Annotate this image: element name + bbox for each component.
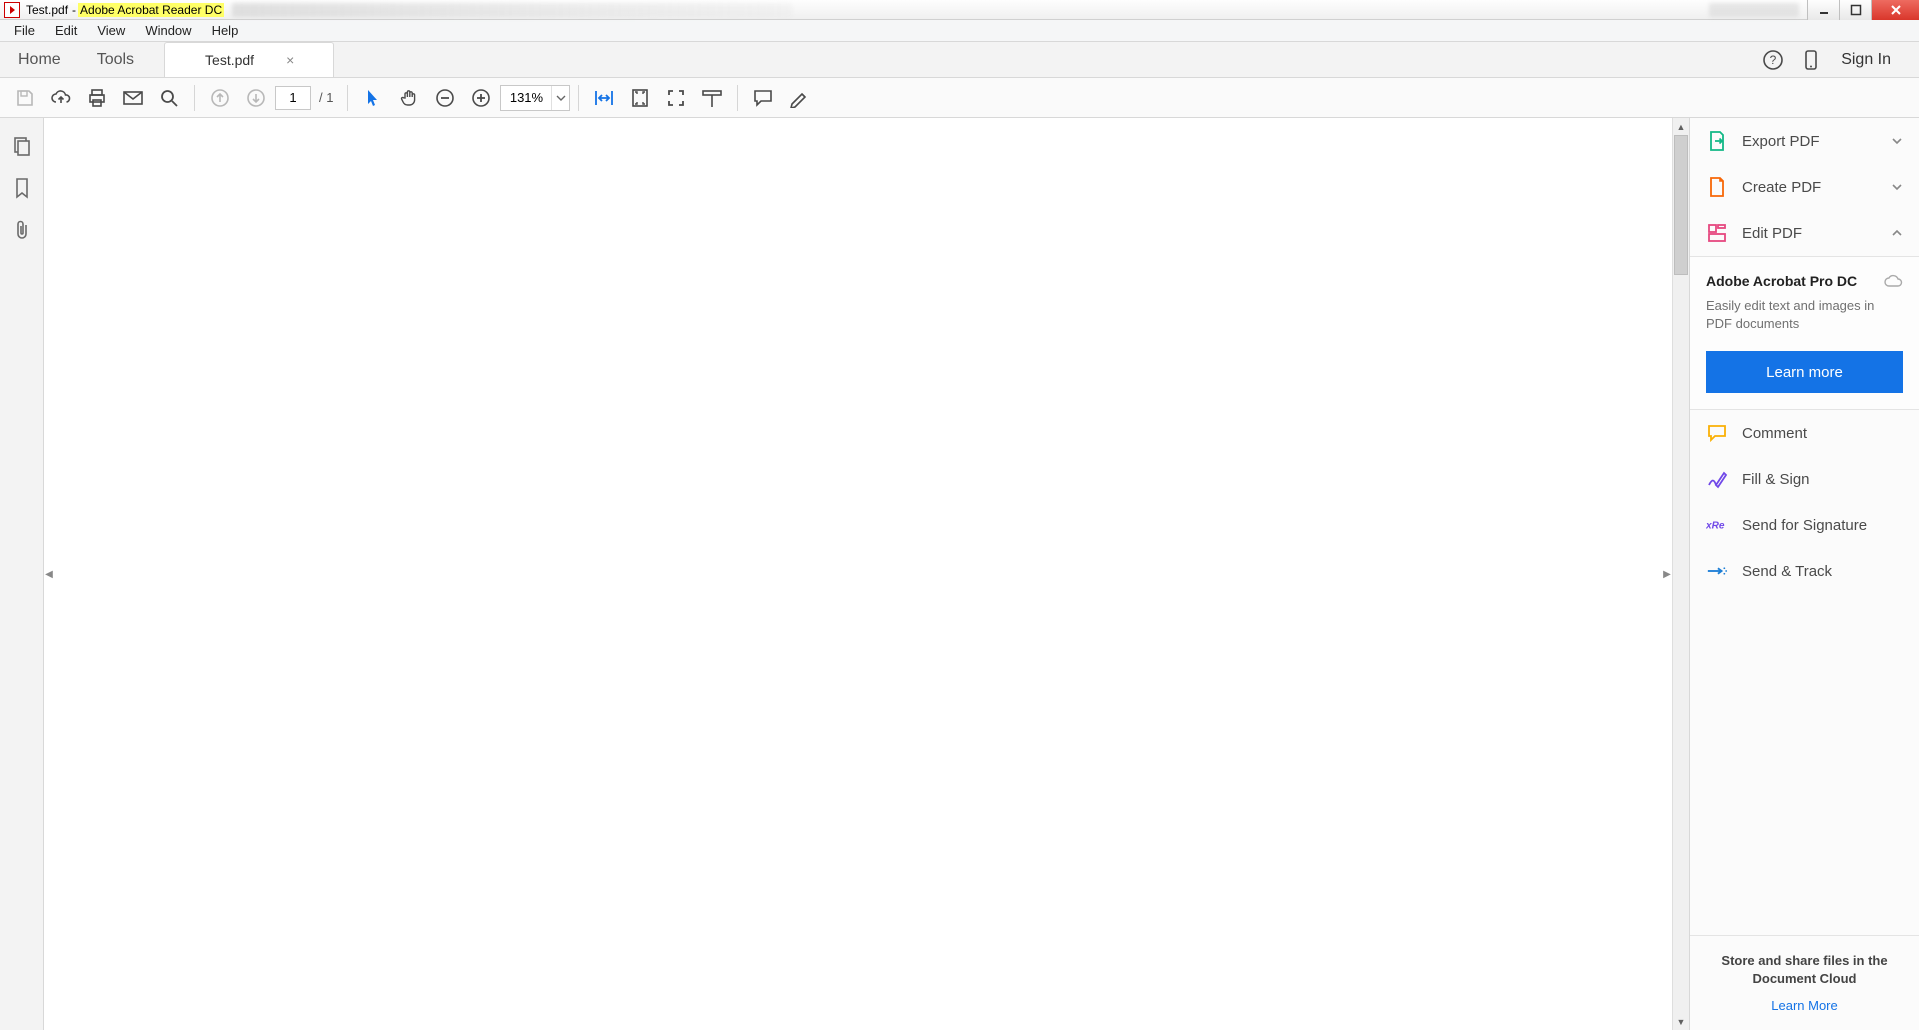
help-icon[interactable]: ? xyxy=(1759,46,1787,74)
maximize-button[interactable] xyxy=(1839,0,1871,20)
scroll-down-icon[interactable]: ▼ xyxy=(1673,1013,1689,1030)
cloud-link-icon[interactable] xyxy=(1883,273,1903,289)
search-icon[interactable] xyxy=(152,82,186,114)
promo-link[interactable]: Learn More xyxy=(1771,998,1837,1013)
send-track-icon xyxy=(1706,560,1728,582)
menu-file[interactable]: File xyxy=(4,21,45,40)
vertical-scrollbar[interactable]: ▲ ▼ xyxy=(1672,118,1689,1030)
tab-document-label: Test.pdf xyxy=(205,52,254,68)
sign-icon[interactable] xyxy=(782,82,816,114)
page-total-label: / 1 xyxy=(313,90,339,105)
save-icon[interactable] xyxy=(8,82,42,114)
tab-document[interactable]: Test.pdf × xyxy=(164,42,334,77)
edit-panel-title: Adobe Acrobat Pro DC xyxy=(1706,273,1857,289)
app-icon xyxy=(4,2,20,18)
edit-pdf-icon xyxy=(1706,222,1728,244)
minimize-button[interactable] xyxy=(1807,0,1839,20)
menu-edit[interactable]: Edit xyxy=(45,21,87,40)
promo-text: Store and share files in the Document Cl… xyxy=(1706,952,1903,988)
comment-icon[interactable] xyxy=(746,82,780,114)
svg-text:?: ? xyxy=(1770,53,1777,67)
tab-close-icon[interactable]: × xyxy=(282,50,298,70)
tabstrip: Home Tools Test.pdf × ? Sign In xyxy=(0,42,1919,78)
page-down-icon[interactable] xyxy=(239,82,273,114)
toolbar: / 1 xyxy=(0,78,1919,118)
chevron-down-icon xyxy=(1891,137,1903,145)
chevron-up-icon xyxy=(1891,229,1903,237)
tool-fillsign-label: Fill & Sign xyxy=(1742,471,1903,488)
hand-tool-icon[interactable] xyxy=(392,82,426,114)
background-blur xyxy=(1709,3,1799,17)
comment-tool-icon xyxy=(1706,422,1728,444)
tool-export-pdf[interactable]: Export PDF xyxy=(1690,118,1919,164)
tool-sendforsig-label: Send for Signature xyxy=(1742,517,1903,534)
export-pdf-icon xyxy=(1706,130,1728,152)
tool-create-label: Create PDF xyxy=(1742,179,1877,196)
menu-view[interactable]: View xyxy=(87,21,135,40)
pdf-page xyxy=(44,118,1672,1030)
scroll-thumb[interactable] xyxy=(1674,135,1688,275)
tool-edit-pdf[interactable]: Edit PDF xyxy=(1690,210,1919,256)
tool-sendtrack-label: Send & Track xyxy=(1742,563,1903,580)
right-panel: Export PDF Create PDF Edit PDF xyxy=(1689,118,1919,1030)
bookmark-icon[interactable] xyxy=(8,174,36,202)
svg-text:xRe: xRe xyxy=(1706,521,1725,532)
collapse-left-icon[interactable]: ◀ xyxy=(44,559,54,589)
close-button[interactable] xyxy=(1871,0,1919,20)
send-signature-icon: xRe xyxy=(1706,514,1728,536)
chevron-down-icon xyxy=(1891,183,1903,191)
tab-tools[interactable]: Tools xyxy=(79,42,152,77)
fullscreen-icon[interactable] xyxy=(659,82,693,114)
menu-window[interactable]: Window xyxy=(135,21,201,40)
tool-fill-sign[interactable]: Fill & Sign xyxy=(1690,456,1919,502)
zoom-select[interactable] xyxy=(500,85,570,111)
selection-tool-icon[interactable] xyxy=(356,82,390,114)
collapse-right-icon[interactable]: ▶ xyxy=(1662,559,1672,589)
sign-in-button[interactable]: Sign In xyxy=(1835,47,1897,73)
edit-pdf-panel: Adobe Acrobat Pro DC Easily edit text an… xyxy=(1690,256,1919,410)
tool-comment-label: Comment xyxy=(1742,425,1903,442)
tool-comment[interactable]: Comment xyxy=(1690,410,1919,456)
fit-page-icon[interactable] xyxy=(623,82,657,114)
page-up-icon[interactable] xyxy=(203,82,237,114)
cloud-upload-icon[interactable] xyxy=(44,82,78,114)
thumbnails-icon[interactable] xyxy=(8,132,36,160)
background-blur xyxy=(232,3,792,17)
menubar: File Edit View Window Help xyxy=(0,20,1919,42)
tool-send-track[interactable]: Send & Track xyxy=(1690,548,1919,594)
zoom-dropdown-icon[interactable] xyxy=(551,86,569,110)
cloud-promo: Store and share files in the Document Cl… xyxy=(1690,935,1919,1030)
content-area: ◀ ▶ ▲ ▼ Export PDF Create PDF xyxy=(0,118,1919,1030)
print-icon[interactable] xyxy=(80,82,114,114)
fit-width-icon[interactable] xyxy=(587,82,621,114)
document-area: ◀ ▶ ▲ ▼ xyxy=(44,118,1689,1030)
mobile-link-icon[interactable] xyxy=(1797,46,1825,74)
zoom-value-input[interactable] xyxy=(501,90,551,105)
edit-panel-desc: Easily edit text and images in PDF docum… xyxy=(1706,297,1903,333)
fill-sign-icon xyxy=(1706,468,1728,490)
read-mode-icon[interactable] xyxy=(695,82,729,114)
menu-help[interactable]: Help xyxy=(202,21,249,40)
window-controls xyxy=(1807,0,1919,20)
learn-more-button[interactable]: Learn more xyxy=(1706,351,1903,393)
create-pdf-icon xyxy=(1706,176,1728,198)
attachment-icon[interactable] xyxy=(8,216,36,244)
left-sidebar xyxy=(0,118,44,1030)
titlebar: Test.pdf - Adobe Acrobat Reader DC xyxy=(0,0,1919,20)
zoom-out-icon[interactable] xyxy=(428,82,462,114)
tool-create-pdf[interactable]: Create PDF xyxy=(1690,164,1919,210)
page-number-input[interactable] xyxy=(275,86,311,110)
email-icon[interactable] xyxy=(116,82,150,114)
scroll-up-icon[interactable]: ▲ xyxy=(1673,118,1689,135)
tool-edit-label: Edit PDF xyxy=(1742,225,1877,242)
zoom-in-icon[interactable] xyxy=(464,82,498,114)
tool-send-signature[interactable]: xRe Send for Signature xyxy=(1690,502,1919,548)
tool-export-label: Export PDF xyxy=(1742,133,1877,150)
title-document: Test.pdf xyxy=(24,3,70,17)
title-app-name: Adobe Acrobat Reader DC xyxy=(78,3,224,17)
tab-home[interactable]: Home xyxy=(0,42,79,77)
title-separator: - xyxy=(70,3,78,17)
